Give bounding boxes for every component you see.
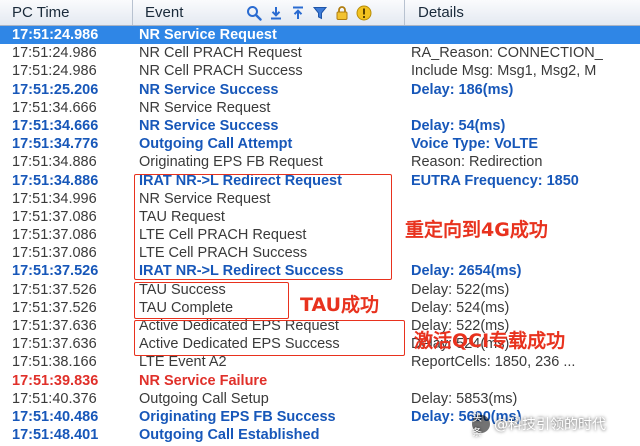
- table-row[interactable]: 17:51:25.206 NR Service Success Delay: 186…: [0, 81, 640, 99]
- table-row[interactable]: 17:51:24.986 NR Cell PRACH Request RA_Reas…: [0, 44, 640, 62]
- cell-details: ReportCells: 1850, 236 ...: [411, 354, 576, 371]
- cell-time: 17:51:40.486: [12, 408, 99, 425]
- cell-details: Delay: 186(ms): [411, 81, 514, 98]
- upload-icon[interactable]: [288, 3, 307, 22]
- cell-time: 17:51:37.086: [12, 245, 97, 262]
- table-row[interactable]: 17:51:24.986 NR Cell PRACH Success Include…: [0, 62, 640, 80]
- filter-icon[interactable]: [310, 3, 329, 22]
- cell-time: 17:51:24.986: [12, 45, 97, 62]
- annotation-qci-success: 激活QCI专载成功: [414, 330, 566, 352]
- annotation-box-qci: [134, 320, 405, 356]
- cell-event: LTE Event A2: [139, 354, 227, 371]
- cell-time: 17:51:39.836: [12, 372, 99, 389]
- cell-time: 17:51:38.166: [12, 354, 97, 371]
- table-row[interactable]: 17:51:34.666 NR Service Success Delay: 54(…: [0, 117, 640, 135]
- cell-time: 17:51:48.401: [12, 427, 99, 444]
- cell-time: 17:51:37.086: [12, 208, 97, 225]
- cell-event: NR Service Success: [139, 117, 279, 134]
- table-row[interactable]: 17:51:39.836 NR Service Failure: [0, 372, 640, 390]
- cell-details: Delay: 2654(ms): [411, 263, 522, 280]
- watermark-text: @科技引领的时代: [494, 417, 606, 433]
- download-icon[interactable]: [266, 3, 285, 22]
- table-row[interactable]: 17:51:40.376 Outgoing Call Setup Delay: 58…: [0, 390, 640, 408]
- event-column-toolbar: [244, 3, 373, 23]
- cell-event: Outgoing Call Attempt: [139, 136, 293, 153]
- column-header-pc-time[interactable]: PC Time: [0, 0, 133, 25]
- lock-icon[interactable]: [332, 3, 351, 22]
- watermark: 头条 @科技引领的时代: [472, 412, 606, 439]
- cell-time: 17:51:40.376: [12, 390, 97, 407]
- cell-time: 17:51:37.636: [12, 336, 97, 353]
- column-header-details[interactable]: Details: [406, 0, 640, 25]
- column-header-event[interactable]: Event: [133, 0, 243, 25]
- annotation-tau-success: TAU成功: [300, 294, 380, 316]
- cell-event: NR Service Request: [139, 27, 277, 43]
- cell-time: 17:51:34.666: [12, 99, 97, 116]
- annotation-redirect-success: 重定向到4G成功: [405, 219, 548, 241]
- log-table-header: PC Time Event Details: [0, 0, 640, 26]
- cell-details: Reason: Redirection: [411, 154, 543, 171]
- table-row[interactable]: 17:51:34.886 Originating EPS FB Request Re…: [0, 153, 640, 171]
- cell-details: Delay: 54(ms): [411, 117, 506, 134]
- cell-event: Originating EPS FB Success: [139, 408, 336, 425]
- cell-details: RA_Reason: CONNECTION_: [411, 45, 603, 62]
- warning-icon[interactable]: [354, 3, 373, 22]
- cell-time: 17:51:24.986: [12, 63, 97, 80]
- cell-details: Delay: 524(ms): [411, 299, 510, 316]
- cell-time: 17:51:37.526: [12, 281, 97, 298]
- table-row[interactable]: 17:51:34.776 Outgoing Call Attempt Voice T…: [0, 135, 640, 153]
- table-row[interactable]: 17:51:38.166 LTE Event A2 ReportCells: 185…: [0, 353, 640, 371]
- cell-time: 17:51:37.086: [12, 227, 97, 244]
- cell-time: 17:51:34.886: [12, 172, 99, 189]
- cell-details: Delay: 522(ms): [411, 281, 510, 298]
- cell-time: 17:51:34.996: [12, 190, 97, 207]
- cell-time: 17:51:25.206: [12, 81, 99, 98]
- table-row[interactable]: 17:51:34.666 NR Service Request: [0, 99, 640, 117]
- search-icon[interactable]: [244, 3, 263, 22]
- cell-time: 17:51:37.636: [12, 318, 97, 334]
- cell-details: EUTRA Frequency: 1850: [411, 172, 579, 189]
- cell-time: 17:51:37.526: [12, 299, 97, 316]
- cell-details: Include Msg: Msg1, Msg2, M: [411, 63, 597, 80]
- annotation-box-tau: [134, 282, 289, 319]
- cell-time: 17:51:34.776: [12, 136, 99, 153]
- cell-time: 17:51:37.526: [12, 263, 99, 280]
- cell-time: 17:51:34.666: [12, 117, 99, 134]
- annotation-box-redirect: [134, 174, 392, 280]
- cell-details: Voice Type: VoLTE: [411, 136, 539, 153]
- cell-event: NR Service Failure: [139, 372, 268, 389]
- cell-event: NR Cell PRACH Request: [139, 45, 302, 62]
- cell-event: NR Cell PRACH Success: [139, 63, 303, 80]
- cell-event: Outgoing Call Setup: [139, 390, 269, 407]
- table-row-selected[interactable]: 17:51:24.986 NR Service Request: [0, 26, 640, 45]
- watermark-logo: 头条: [472, 413, 490, 439]
- cell-event: NR Service Request: [139, 99, 271, 116]
- cell-details: Delay: 5853(ms): [411, 390, 518, 407]
- cell-time: 17:51:24.986: [12, 27, 99, 43]
- cell-event: Originating EPS FB Request: [139, 154, 323, 171]
- cell-event: Outgoing Call Established: [139, 427, 320, 444]
- cell-event: NR Service Success: [139, 81, 279, 98]
- cell-time: 17:51:34.886: [12, 154, 97, 171]
